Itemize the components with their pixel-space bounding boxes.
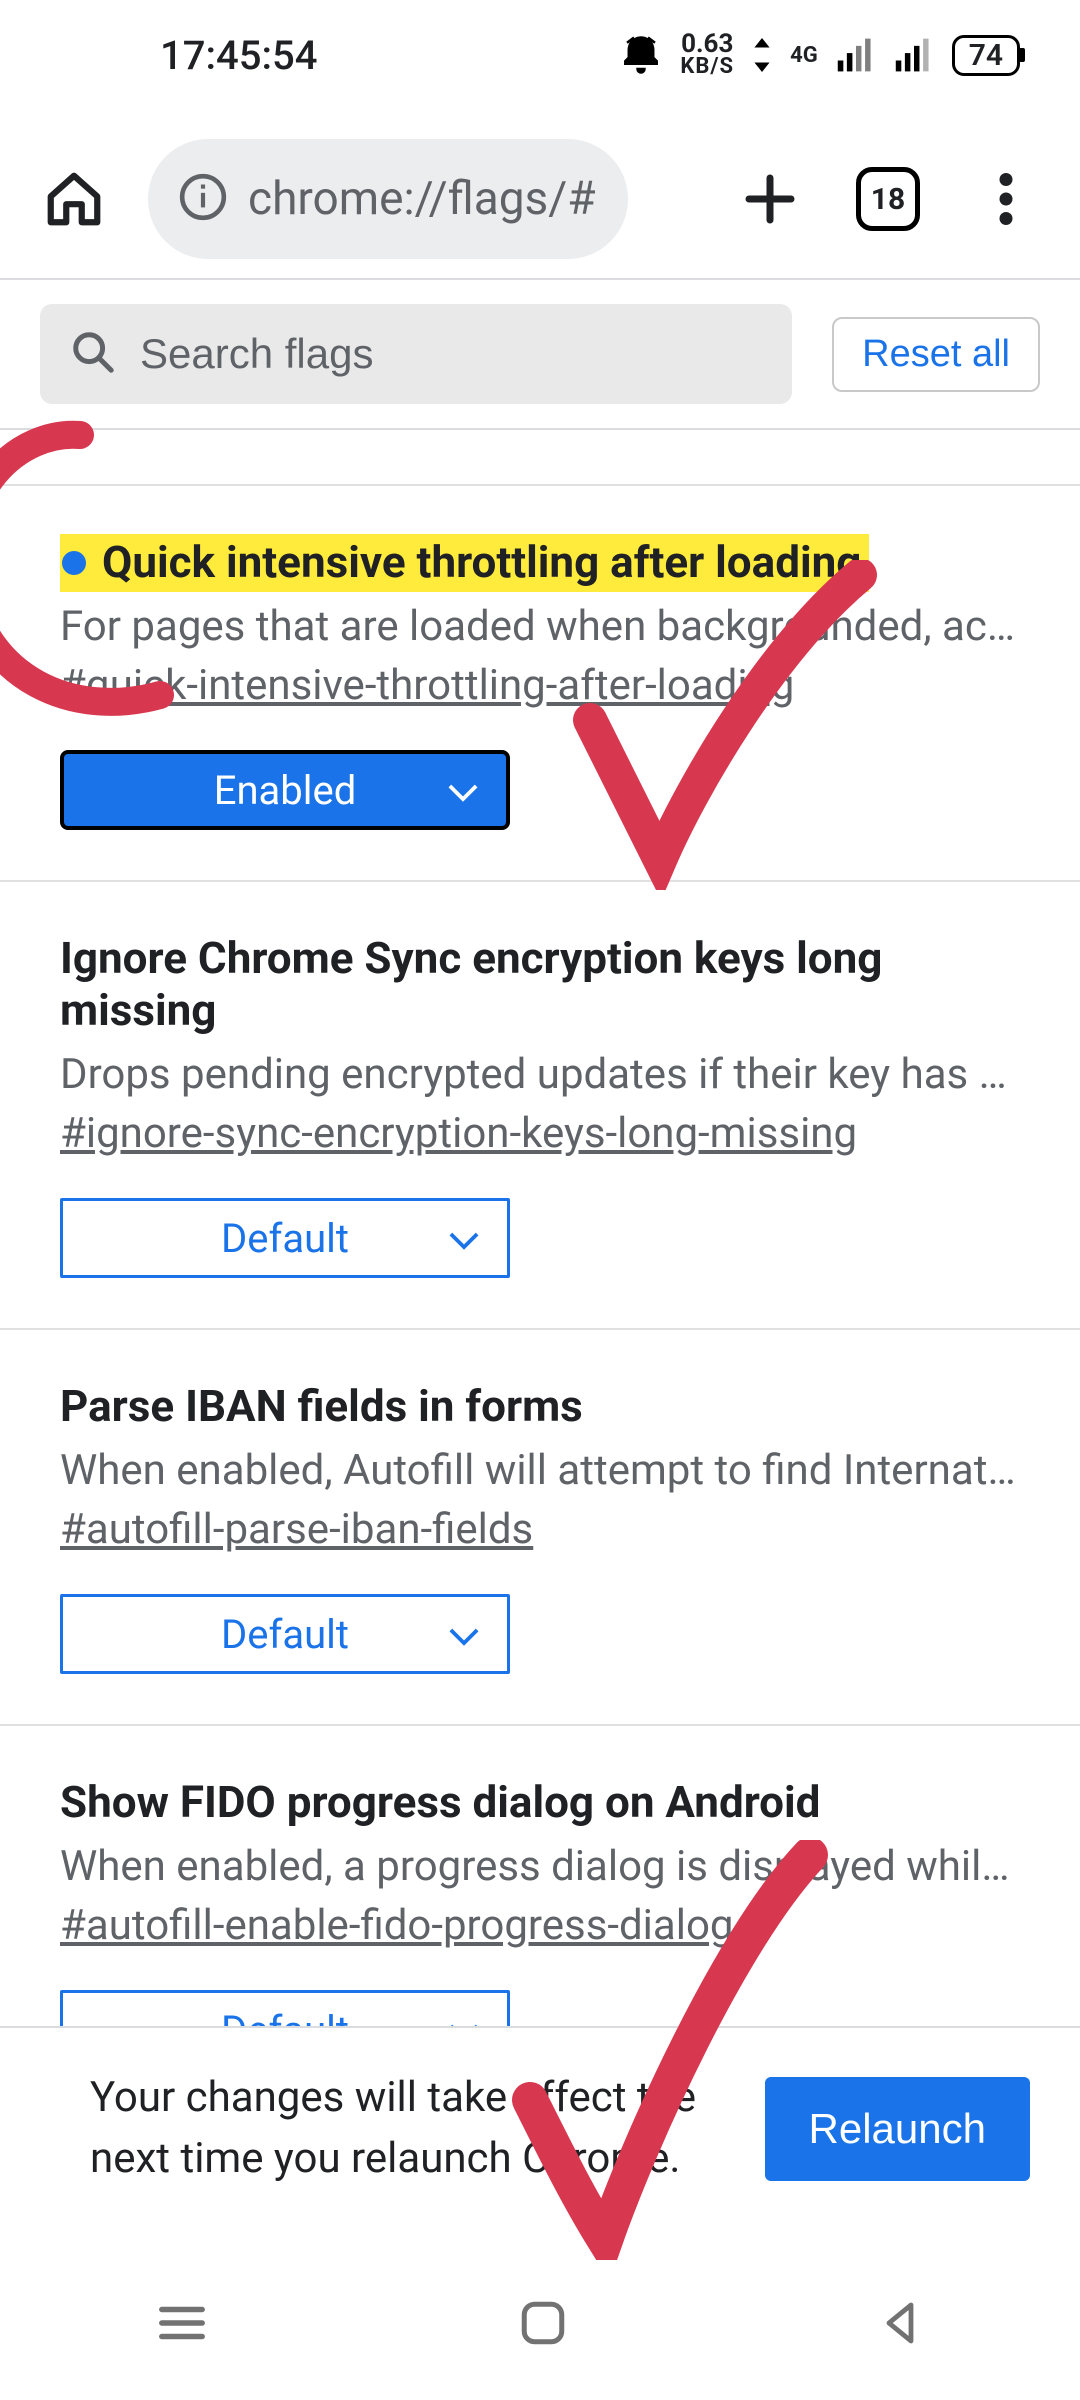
flag-dropdown[interactable]: Default <box>60 1198 510 1278</box>
search-icon <box>70 329 116 379</box>
chevron-down-icon <box>449 1611 479 1658</box>
url-text: chrome://flags/# <box>248 172 596 226</box>
flag-title: Parse IBAN fields in forms <box>60 1380 583 1432</box>
flag-item: Quick intensive throttling after loading… <box>0 486 1080 882</box>
menu-button[interactable] <box>962 155 1050 243</box>
signal-2-icon <box>894 38 934 72</box>
flag-title: Quick intensive throttling after loading <box>60 534 869 592</box>
tab-switcher-button[interactable]: 18 <box>844 155 932 243</box>
browser-toolbar: chrome://flags/# 18 <box>0 120 1080 278</box>
flag-description: When enabled, Autofill will attempt to f… <box>60 1446 1020 1495</box>
new-tab-button[interactable] <box>726 155 814 243</box>
flag-anchor-link[interactable]: #ignore-sync-encryption-keys-long-missin… <box>60 1109 857 1158</box>
flag-item: Ignore Chrome Sync encryption keys long … <box>0 882 1080 1330</box>
flag-description: Drops pending encrypted updates if their… <box>60 1050 1020 1099</box>
net-type: 4G <box>790 43 818 68</box>
flag-description: For pages that are loaded when backgroun… <box>60 602 1020 651</box>
clock: 17:45:54 <box>160 32 318 79</box>
search-input[interactable] <box>140 330 762 378</box>
status-bar: 17:45:54 0.63 KB/S 4G 74 <box>0 0 1080 110</box>
site-info-icon[interactable] <box>178 172 228 226</box>
modified-dot-icon <box>62 551 86 575</box>
flag-description: When enabled, a progress dialog is displ… <box>60 1842 1020 1891</box>
chevron-down-icon <box>449 1215 479 1262</box>
reset-all-button[interactable]: Reset all <box>832 317 1040 392</box>
search-box[interactable] <box>40 304 792 404</box>
net-speed: 0.63 KB/S <box>680 33 734 76</box>
flag-anchor-link[interactable]: #quick-intensive-throttling-after-loadin… <box>60 661 794 710</box>
flag-title: Ignore Chrome Sync encryption keys long … <box>60 932 882 1036</box>
search-row: Reset all <box>0 280 1080 430</box>
tab-count: 18 <box>856 167 920 231</box>
recents-button[interactable] <box>155 2296 209 2354</box>
back-button[interactable] <box>877 2299 925 2351</box>
net-updown-icon <box>752 38 772 72</box>
flag-item: Parse IBAN fields in forms When enabled,… <box>0 1330 1080 1726</box>
home-nav-button[interactable] <box>518 2298 568 2352</box>
flag-anchor-link[interactable]: #autofill-enable-fido-progress-dialog <box>60 1901 733 1950</box>
flag-dropdown[interactable]: Enabled <box>60 750 510 830</box>
signal-1-icon <box>836 38 876 72</box>
relaunch-banner: Your changes will take effect the next t… <box>0 2026 1080 2250</box>
alarm-icon <box>620 34 662 76</box>
flag-anchor-link[interactable]: #autofill-parse-iban-fields <box>60 1505 533 1554</box>
flag-dropdown[interactable]: Default <box>60 1594 510 1674</box>
relaunch-button[interactable]: Relaunch <box>765 2077 1030 2181</box>
home-button[interactable] <box>30 155 118 243</box>
relaunch-message: Your changes will take effect the next t… <box>90 2068 725 2190</box>
url-bar[interactable]: chrome://flags/# <box>148 139 628 259</box>
chevron-down-icon <box>448 767 478 814</box>
system-nav-bar <box>0 2250 1080 2400</box>
battery-badge: 74 <box>952 35 1020 76</box>
flag-title: Show FIDO progress dialog on Android <box>60 1776 820 1828</box>
